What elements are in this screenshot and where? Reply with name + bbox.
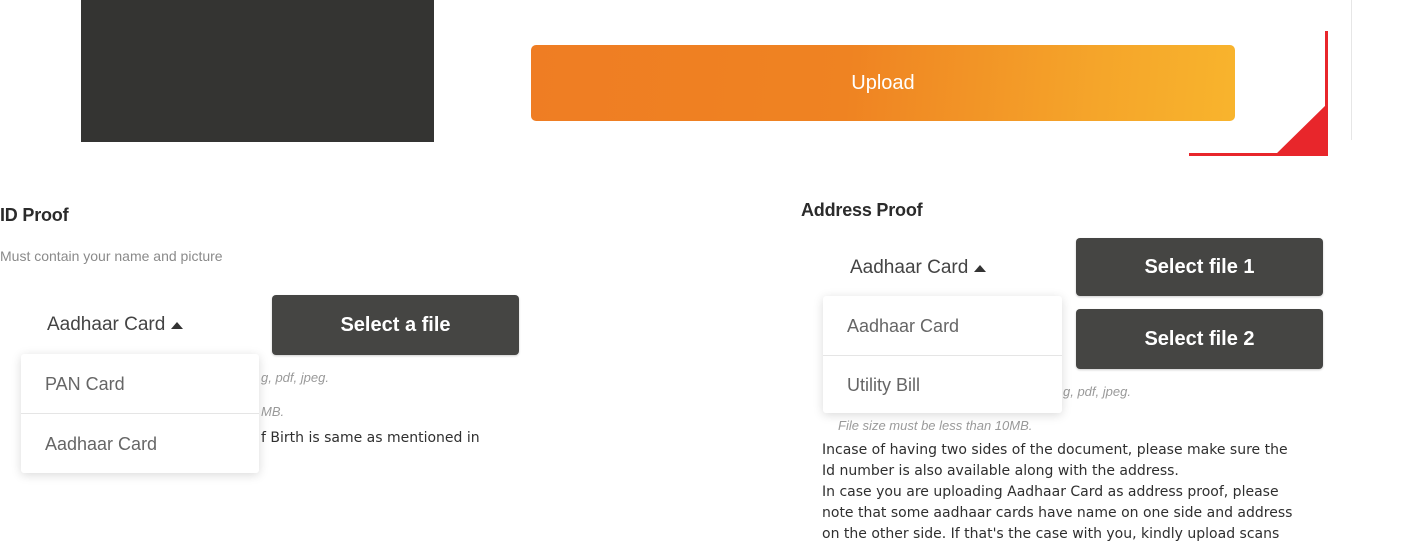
address-proof-format-hint: g, pdf, jpeg.	[1063, 384, 1131, 399]
id-proof-title: ID Proof	[0, 205, 69, 225]
address-proof-size-hint: File size must be less than 10MB.	[838, 418, 1033, 433]
address-proof-note-line-1: Incase of having two sides of the docume…	[822, 442, 1288, 458]
address-proof-select-file-2-button[interactable]: Select file 2	[1076, 309, 1323, 369]
address-proof-title: Address Proof	[801, 200, 923, 220]
address-proof-note-line-3: In case you are uploading Aadhaar Card a…	[822, 484, 1279, 500]
id-proof-selected-doc: Aadhaar Card	[47, 314, 166, 335]
address-proof-doc-type-menu: Aadhaar Card Utility Bill	[823, 296, 1062, 413]
decorative-red-corner-icon	[1274, 103, 1328, 156]
upload-button[interactable]: Upload	[531, 45, 1235, 121]
menu-item-utility-bill[interactable]: Utility Bill	[823, 355, 1062, 415]
address-proof-selected-doc: Aadhaar Card	[850, 257, 969, 278]
id-proof-doc-type-dropdown[interactable]: Aadhaar Card	[47, 314, 184, 336]
menu-item-aadhaar-card[interactable]: Aadhaar Card	[21, 414, 259, 474]
id-proof-select-file-button[interactable]: Select a file	[272, 295, 519, 355]
menu-item-aadhaar-card[interactable]: Aadhaar Card	[823, 296, 1062, 356]
address-proof-note-line-2: Id number is also available along with t…	[822, 463, 1179, 479]
address-proof-note-line-5: on the other side. If that's the case wi…	[822, 526, 1280, 542]
id-proof-format-hint: g, pdf, jpeg.	[261, 370, 329, 385]
id-proof-doc-type-menu: PAN Card Aadhaar Card	[21, 354, 259, 473]
id-proof-subtitle: Must contain your name and picture	[0, 248, 223, 264]
page: Upload ID Proof Must contain your name a…	[0, 0, 1421, 554]
id-proof-note: f Birth is same as mentioned in	[261, 430, 480, 446]
address-proof-doc-type-dropdown[interactable]: Aadhaar Card	[850, 257, 987, 279]
vertical-divider	[1351, 0, 1352, 140]
document-preview-panel	[81, 0, 434, 142]
id-proof-size-hint: MB.	[261, 404, 285, 419]
menu-item-pan-card[interactable]: PAN Card	[21, 354, 259, 414]
caret-up-icon	[974, 264, 987, 272]
address-proof-note-line-4: note that some aadhaar cards have name o…	[822, 505, 1293, 521]
caret-up-icon	[171, 321, 184, 329]
address-proof-select-file-1-button[interactable]: Select file 1	[1076, 238, 1323, 296]
